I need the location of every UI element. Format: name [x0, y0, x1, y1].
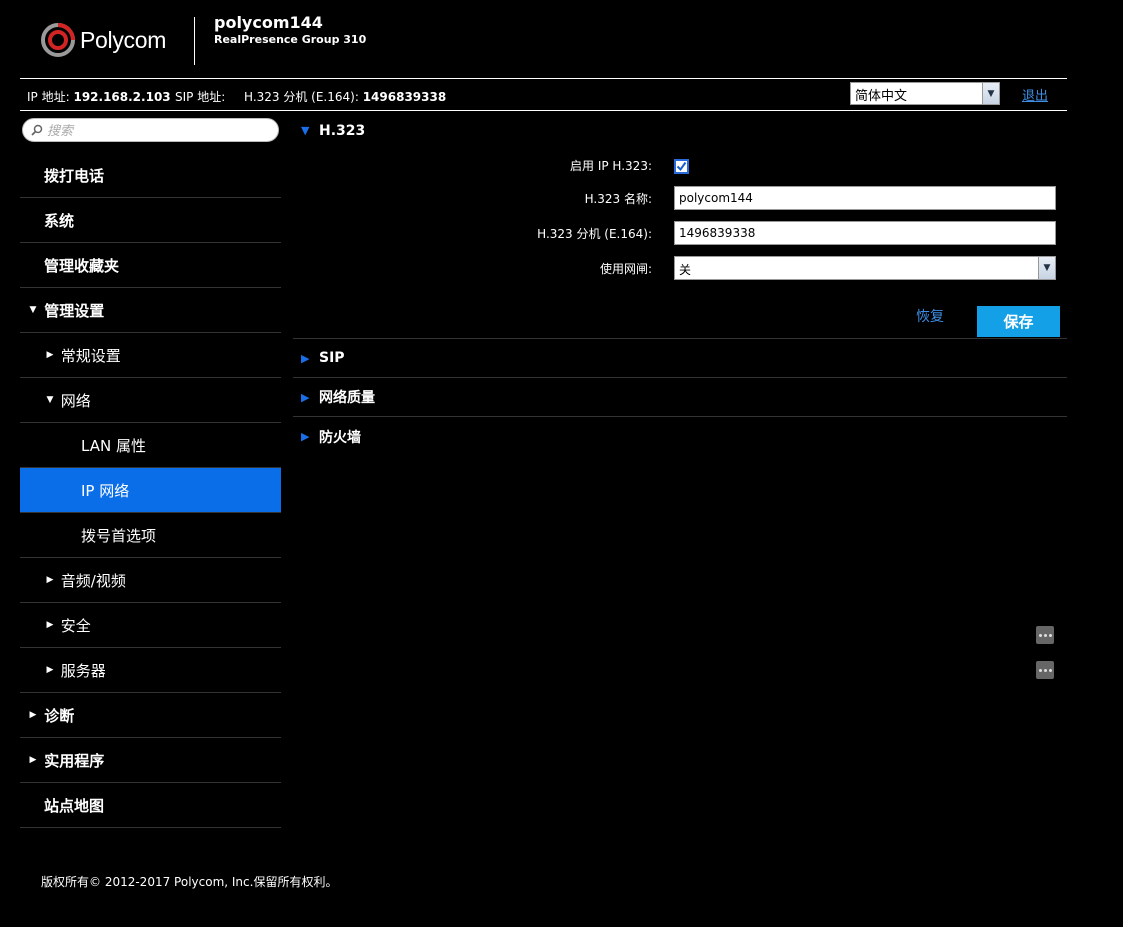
triangle-down-icon: ▼: [29, 305, 37, 315]
sidebar-item-utilities[interactable]: ▶ 实用程序: [20, 738, 281, 783]
chevron-down-icon[interactable]: ▼: [1038, 257, 1055, 279]
page-header: Polycom polycom144 RealPresence Group 31…: [0, 0, 1067, 78]
footer-copyright: 版权所有© 2012-2017 Polycom, Inc.保留所有权利。: [41, 875, 338, 889]
enable-h323-checkbox[interactable]: [674, 159, 689, 174]
sidebar-item-system[interactable]: 系统: [20, 198, 281, 243]
triangle-right-icon: ▶: [301, 351, 310, 365]
triangle-down-icon: ▼: [46, 395, 54, 405]
h323-ext-label: H.323 分机 (E.164):: [537, 227, 652, 241]
polycom-logo-icon: [40, 22, 76, 58]
triangle-right-icon: ▶: [46, 665, 54, 675]
section-sip-header[interactable]: ▶ SIP: [293, 339, 1067, 378]
h323-ext-input[interactable]: 1496839338: [674, 221, 1056, 245]
language-select[interactable]: 简体中文 ▼: [850, 82, 1000, 105]
sidebar-item-dial[interactable]: 拨打电话: [20, 153, 281, 198]
ip-address: IP 地址: 192.168.2.103: [27, 90, 171, 104]
device-model: RealPresence Group 310: [214, 33, 367, 46]
triangle-right-icon: ▶: [29, 755, 37, 765]
sidebar-item-lan[interactable]: LAN 属性: [20, 423, 281, 468]
search-input[interactable]: [47, 121, 267, 139]
sidebar-item-dialing-prefs[interactable]: 拨号首选项: [20, 513, 281, 558]
section-firewall-header[interactable]: ▶ 防火墙: [293, 417, 1067, 456]
gatekeeper-row: 使用网闸: 关 ▼: [293, 256, 1067, 280]
more-options-icon[interactable]: [1036, 626, 1054, 644]
polycom-logo: Polycom: [40, 22, 166, 58]
sidebar-item-diagnostics[interactable]: ▶ 诊断: [20, 693, 281, 738]
section-qos-header[interactable]: ▶ 网络质量: [293, 378, 1067, 417]
save-button[interactable]: 保存: [977, 306, 1060, 337]
sidebar: 拨打电话 系统 管理收藏夹 ▼ 管理设置 ▶ 常规设置 ▼ 网络 LAN 属性 …: [20, 112, 281, 828]
enable-h323-row: 启用 IP H.323:: [293, 153, 1067, 177]
enable-h323-label: 启用 IP H.323:: [570, 159, 652, 173]
triangle-right-icon: ▶: [46, 620, 54, 630]
logo-text: Polycom: [80, 26, 167, 53]
triangle-right-icon: ▶: [301, 430, 310, 443]
main-content: ▼ H.323 启用 IP H.323: H.323 名称: polycom14…: [293, 112, 1067, 456]
checkmark-icon: [676, 161, 687, 172]
more-options-icon[interactable]: [1036, 661, 1054, 679]
h323-name-label: H.323 名称:: [584, 192, 652, 206]
triangle-right-icon: ▶: [301, 390, 310, 404]
header-divider: [194, 17, 195, 65]
sidebar-item-audio-video[interactable]: ▶ 音频/视频: [20, 558, 281, 603]
info-bar: IP 地址: 192.168.2.103 SIP 地址: H.323 分机 (E…: [20, 78, 1067, 111]
chevron-down-icon[interactable]: ▼: [982, 83, 999, 104]
sidebar-item-security[interactable]: ▶ 安全: [20, 603, 281, 648]
gatekeeper-select[interactable]: 关 ▼: [674, 256, 1056, 280]
sidebar-item-sitemap[interactable]: 站点地图: [20, 783, 281, 828]
triangle-down-icon: ▼: [301, 124, 310, 137]
sidebar-item-network[interactable]: ▼ 网络: [20, 378, 281, 423]
sidebar-item-admin[interactable]: ▼ 管理设置: [20, 288, 281, 333]
h323-name-input[interactable]: polycom144: [674, 186, 1056, 210]
device-name: polycom144: [214, 13, 323, 32]
sidebar-item-ip-network[interactable]: IP 网络: [20, 468, 281, 513]
sidebar-item-favorites[interactable]: 管理收藏夹: [20, 243, 281, 288]
search-box[interactable]: [22, 118, 279, 142]
triangle-right-icon: ▶: [46, 575, 54, 585]
sidebar-item-servers[interactable]: ▶ 服务器: [20, 648, 281, 693]
search-icon: [31, 124, 43, 136]
h323-name-row: H.323 名称: polycom144: [293, 186, 1067, 210]
sip-address: SIP 地址:: [175, 90, 226, 104]
section-h323-header[interactable]: ▼ H.323: [293, 112, 1067, 149]
nav-menu: 拨打电话 系统 管理收藏夹 ▼ 管理设置 ▶ 常规设置 ▼ 网络 LAN 属性 …: [20, 153, 281, 828]
triangle-right-icon: ▶: [29, 710, 37, 720]
triangle-right-icon: ▶: [46, 350, 54, 360]
sidebar-item-general[interactable]: ▶ 常规设置: [20, 333, 281, 378]
gatekeeper-label: 使用网闸:: [599, 262, 652, 276]
logout-link[interactable]: 退出: [1022, 85, 1048, 104]
restore-button[interactable]: 恢复: [916, 306, 944, 326]
h323-form: 启用 IP H.323: H.323 名称: polycom144 H.323 …: [293, 149, 1067, 339]
h323-extension: H.323 分机 (E.164): 1496839338: [244, 90, 447, 104]
h323-ext-row: H.323 分机 (E.164): 1496839338: [293, 221, 1067, 245]
